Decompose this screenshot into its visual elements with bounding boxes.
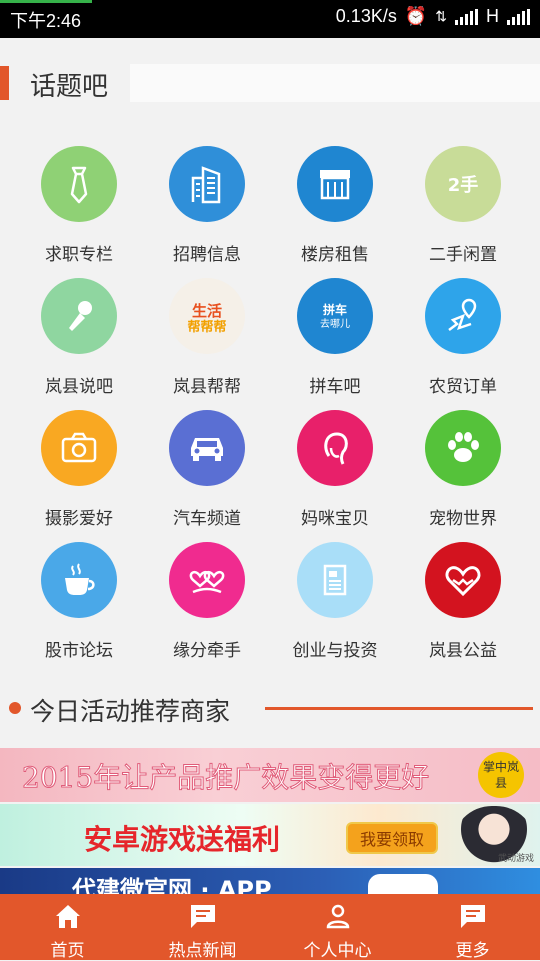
person-icon [326,904,349,929]
map-route-icon [425,278,501,354]
tab-profile[interactable]: 个人中心 [270,894,405,961]
carpool-icon: 拼车 去哪儿 [297,278,373,354]
topic-label: 楼房租售 [301,245,369,265]
topic-label: 招聘信息 [173,245,241,265]
topic-item[interactable]: 拼车 去哪儿 拼车吧 [270,272,400,404]
status-right: 0.13K/s ⏰ ⇅ H [336,6,530,27]
topic-label: 摄影爱好 [45,509,113,529]
tab-label: 首页 [50,941,85,961]
topic-label: 汽车频道 [173,509,241,529]
car-icon [169,410,245,486]
chat-icon [190,905,215,928]
svg-text:拼车: 拼车 [323,302,347,317]
topic-item[interactable]: 生活 帮帮帮 岚县帮帮 [142,272,272,404]
topic-item[interactable]: 股市论坛 [14,536,144,668]
storefront-icon [297,146,373,222]
topic-item[interactable]: 招聘信息 [142,140,272,272]
section-header: 话题吧 [0,62,540,104]
tab-home[interactable]: 首页 [0,894,135,961]
topic-label: 创业与投资 [292,641,378,661]
topic-item[interactable]: 求职专栏 [14,140,144,272]
camera-icon [41,410,117,486]
topic-item[interactable]: 汽车频道 [142,404,272,536]
svg-text:2手: 2手 [448,174,479,196]
chat-more-icon [460,905,485,928]
status-time: 下午2:46 [10,11,82,31]
svg-text:帮帮帮: 帮帮帮 [187,319,226,335]
hearts-icon [169,542,245,618]
section-accent-bar [0,66,9,100]
tab-hot-news[interactable]: 热点新闻 [135,894,270,961]
topic-item[interactable]: 岚县说吧 [14,272,144,404]
topic-item[interactable]: 2手 二手闲置 [398,140,528,272]
signal-icon-2 [507,8,530,25]
topic-label: 妈咪宝贝 [301,509,369,529]
heart-hands-icon [425,542,501,618]
topic-item[interactable]: 宠物世界 [398,404,528,536]
claim-button[interactable]: 我要领取 [346,822,438,854]
svg-text:去哪儿: 去哪儿 [320,318,350,330]
recommend-title: 今日活动推荐商家 [30,697,231,726]
topic-item[interactable]: 缘分牵手 [142,536,272,668]
tie-icon [41,146,117,222]
ad-banner-promo[interactable]: 2015年让产品推广效果变得更好 掌中岚县 [0,748,540,802]
life-help-logo-icon: 生活 帮帮帮 [169,278,245,354]
topic-item[interactable]: 农贸订单 [398,272,528,404]
topic-label: 拼车吧 [309,377,361,397]
tab-label: 热点新闻 [168,941,237,961]
section-header-fill [130,64,540,102]
bottom-tab-bar: 首页 热点新闻 个人中心 更多 [0,894,540,961]
mother-icon [297,410,373,486]
recommend-dot [9,702,21,714]
tab-more[interactable]: 更多 [405,894,540,961]
home-icon [55,905,80,928]
recommend-divider [265,707,533,710]
svg-text:生活: 生活 [192,302,222,320]
microphone-icon [41,278,117,354]
topic-label: 岚县说吧 [45,377,113,397]
paw-icon [425,410,501,486]
topic-item[interactable]: 妈咪宝贝 [270,404,400,536]
ad-banner-game[interactable]: 安卓游戏送福利 我要领取 武动游戏 [0,804,540,866]
banner-badge: 掌中岚县 [478,752,524,798]
document-icon [297,542,373,618]
topic-label: 农贸订单 [429,377,497,397]
topic-item[interactable]: 摄影爱好 [14,404,144,536]
topic-label: 岚县帮帮 [173,377,241,397]
section-title: 话题吧 [30,72,109,102]
secondhand-icon: 2手 [425,146,501,222]
topic-item[interactable]: 创业与投资 [270,536,400,668]
alarm-icon: ⏰ [404,6,428,26]
topic-label: 缘分牵手 [173,641,241,661]
topic-item[interactable]: 楼房租售 [270,140,400,272]
network-speed: 0.13K/s [335,6,397,26]
banner-caption: 武动游戏 [497,854,534,864]
banner-text: 安卓游戏送福利 [84,823,281,856]
data-transfer-icon: ⇅ [435,8,447,24]
topic-item[interactable]: 岚县公益 [398,536,528,668]
banner-text: 2015年让产品推广效果变得更好 [21,761,430,795]
topic-label: 求职专栏 [45,245,113,265]
building-icon [169,146,245,222]
status-bar: 下午2:46 0.13K/s ⏰ ⇅ H [0,0,540,38]
tab-label: 个人中心 [303,941,372,961]
topic-label: 二手闲置 [429,245,497,265]
topic-label: 股市论坛 [45,641,113,661]
topic-label: 岚县公益 [429,641,497,661]
network-type: H [486,6,499,26]
signal-icon [455,8,478,25]
loading-progress [0,0,92,3]
tab-label: 更多 [455,941,490,961]
topic-label: 宠物世界 [429,509,497,529]
recommend-header: 今日活动推荐商家 [0,690,540,730]
coffee-cup-icon [41,542,117,618]
